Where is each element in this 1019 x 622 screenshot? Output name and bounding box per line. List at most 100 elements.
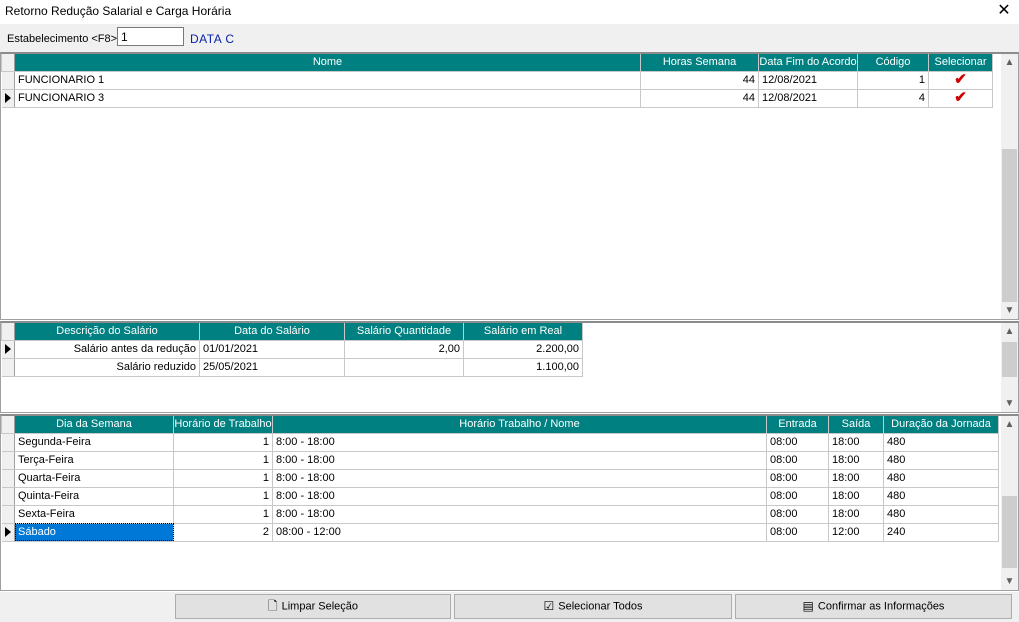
scroll-down-icon[interactable]: ▼ (1001, 395, 1018, 412)
table-row[interactable]: Segunda-Feira 1 8:00 - 18:00 08:00 18:00… (1, 433, 999, 452)
cell-entrada[interactable]: 08:00 (766, 433, 829, 452)
scroll-up-icon[interactable]: ▲ (1001, 416, 1018, 433)
cell-horario-nome[interactable]: 8:00 - 18:00 (272, 505, 767, 524)
table-row[interactable]: Terça-Feira 1 8:00 - 18:00 08:00 18:00 4… (1, 451, 999, 470)
confirmar-button[interactable]: ▤ Confirmar as Informações (735, 594, 1012, 619)
table-row[interactable]: Sábado 2 08:00 - 12:00 08:00 12:00 240 (1, 523, 999, 542)
cell-nome[interactable]: FUNCIONARIO 3 (14, 89, 641, 108)
table-row[interactable]: FUNCIONARIO 3 44 12/08/2021 4 ✔ (1, 89, 993, 108)
cell-dia[interactable]: Quinta-Feira (14, 487, 174, 506)
col-horas-semana[interactable]: Horas Semana (640, 54, 759, 72)
col-descricao-salario[interactable]: Descrição do Salário (14, 323, 200, 341)
cell-horario[interactable]: 1 (173, 487, 273, 506)
salary-scrollbar[interactable]: ▲ ▼ (1001, 323, 1018, 412)
scroll-up-icon[interactable]: ▲ (1001, 323, 1018, 340)
cell-selecionar[interactable]: ✔ (928, 89, 993, 108)
cell-horas[interactable]: 44 (640, 71, 759, 90)
cell-horario[interactable]: 1 (173, 505, 273, 524)
cell-duracao[interactable]: 480 (883, 469, 999, 488)
row-indicator[interactable] (1, 451, 15, 470)
cell-horario-nome[interactable]: 8:00 - 18:00 (272, 469, 767, 488)
cell-saida[interactable]: 18:00 (828, 469, 884, 488)
col-selecionar[interactable]: Selecionar (928, 54, 993, 72)
cell-selecionar[interactable]: ✔ (928, 71, 993, 90)
cell-dia[interactable]: Terça-Feira (14, 451, 174, 470)
cell-horario-nome[interactable]: 8:00 - 18:00 (272, 451, 767, 470)
cell-duracao[interactable]: 480 (883, 433, 999, 452)
cell-duracao[interactable]: 480 (883, 487, 999, 506)
cell-horas[interactable]: 44 (640, 89, 759, 108)
table-row[interactable]: Salário reduzido 25/05/2021 1.100,00 (1, 358, 583, 377)
cell-saida[interactable]: 18:00 (828, 505, 884, 524)
cell-entrada[interactable]: 08:00 (766, 505, 829, 524)
cell-dia-selected[interactable]: Sábado (14, 523, 174, 542)
col-horario-trabalho[interactable]: Horário de Trabalho (173, 416, 273, 434)
scroll-thumb[interactable] (1002, 149, 1017, 302)
cell-dia[interactable]: Quarta-Feira (14, 469, 174, 488)
cell-entrada[interactable]: 08:00 (766, 451, 829, 470)
cell-quantidade[interactable] (344, 358, 464, 377)
col-dia-semana[interactable]: Dia da Semana (14, 416, 174, 434)
cell-horario-nome[interactable]: 08:00 - 12:00 (272, 523, 767, 542)
cell-codigo[interactable]: 1 (857, 71, 929, 90)
schedule-grid[interactable]: Dia da Semana Horário de Trabalho Horári… (0, 414, 1019, 591)
cell-horario[interactable]: 1 (173, 469, 273, 488)
employees-grid[interactable]: Nome Horas Semana Data Fim do Acordo Cód… (0, 52, 1019, 320)
cell-real[interactable]: 1.100,00 (463, 358, 583, 377)
cell-dia[interactable]: Segunda-Feira (14, 433, 174, 452)
col-salario-quantidade[interactable]: Salário Quantidade (344, 323, 464, 341)
scroll-down-icon[interactable]: ▼ (1001, 573, 1018, 590)
row-indicator-current[interactable] (1, 89, 15, 108)
scroll-thumb[interactable] (1002, 342, 1017, 377)
table-row[interactable]: FUNCIONARIO 1 44 12/08/2021 1 ✔ (1, 71, 993, 90)
cell-horario-nome[interactable]: 8:00 - 18:00 (272, 433, 767, 452)
employees-scrollbar[interactable]: ▲ ▼ (1001, 54, 1018, 319)
cell-data[interactable]: 25/05/2021 (199, 358, 345, 377)
checkmark-icon[interactable]: ✔ (954, 89, 967, 106)
col-entrada[interactable]: Entrada (766, 416, 829, 434)
cell-data-fim[interactable]: 12/08/2021 (758, 71, 858, 90)
cell-descricao[interactable]: Salário antes da redução (14, 340, 200, 359)
cell-entrada[interactable]: 08:00 (766, 523, 829, 542)
scroll-up-icon[interactable]: ▲ (1001, 54, 1018, 71)
cell-entrada[interactable]: 08:00 (766, 487, 829, 506)
cell-real[interactable]: 2.200,00 (463, 340, 583, 359)
col-codigo[interactable]: Código (857, 54, 929, 72)
row-indicator[interactable] (1, 505, 15, 524)
cell-horario[interactable]: 1 (173, 451, 273, 470)
row-indicator-current[interactable] (1, 340, 15, 359)
cell-codigo[interactable]: 4 (857, 89, 929, 108)
row-indicator[interactable] (1, 487, 15, 506)
cell-data-fim[interactable]: 12/08/2021 (758, 89, 858, 108)
scroll-down-icon[interactable]: ▼ (1001, 302, 1018, 319)
cell-saida[interactable]: 18:00 (828, 451, 884, 470)
cell-saida[interactable]: 18:00 (828, 487, 884, 506)
row-indicator[interactable] (1, 469, 15, 488)
col-duracao-jornada[interactable]: Duração da Jornada (883, 416, 999, 434)
checkmark-icon[interactable]: ✔ (954, 71, 967, 88)
establishment-input[interactable] (117, 27, 184, 46)
col-horario-nome[interactable]: Horário Trabalho / Nome (272, 416, 767, 434)
scroll-thumb[interactable] (1002, 496, 1017, 568)
close-icon[interactable]: ✕ (995, 2, 1013, 20)
selecionar-todos-button[interactable]: ☑ Selecionar Todos (454, 594, 732, 619)
cell-quantidade[interactable]: 2,00 (344, 340, 464, 359)
cell-horario-nome[interactable]: 8:00 - 18:00 (272, 487, 767, 506)
table-row[interactable]: Salário antes da redução 01/01/2021 2,00… (1, 340, 583, 359)
cell-dia[interactable]: Sexta-Feira (14, 505, 174, 524)
col-saida[interactable]: Saída (828, 416, 884, 434)
cell-descricao[interactable]: Salário reduzido (14, 358, 200, 377)
cell-duracao[interactable]: 480 (883, 451, 999, 470)
cell-data[interactable]: 01/01/2021 (199, 340, 345, 359)
table-row[interactable]: Sexta-Feira 1 8:00 - 18:00 08:00 18:00 4… (1, 505, 999, 524)
cell-saida[interactable]: 12:00 (828, 523, 884, 542)
table-row[interactable]: Quarta-Feira 1 8:00 - 18:00 08:00 18:00 … (1, 469, 999, 488)
cell-horario[interactable]: 1 (173, 433, 273, 452)
col-salario-real[interactable]: Salário em Real (463, 323, 583, 341)
row-indicator[interactable] (1, 71, 15, 90)
cell-saida[interactable]: 18:00 (828, 433, 884, 452)
col-data-salario[interactable]: Data do Salário (199, 323, 345, 341)
limpar-selecao-button[interactable]: 🗋 Limpar Seleção (175, 594, 451, 619)
row-indicator[interactable] (1, 433, 15, 452)
cell-horario[interactable]: 2 (173, 523, 273, 542)
